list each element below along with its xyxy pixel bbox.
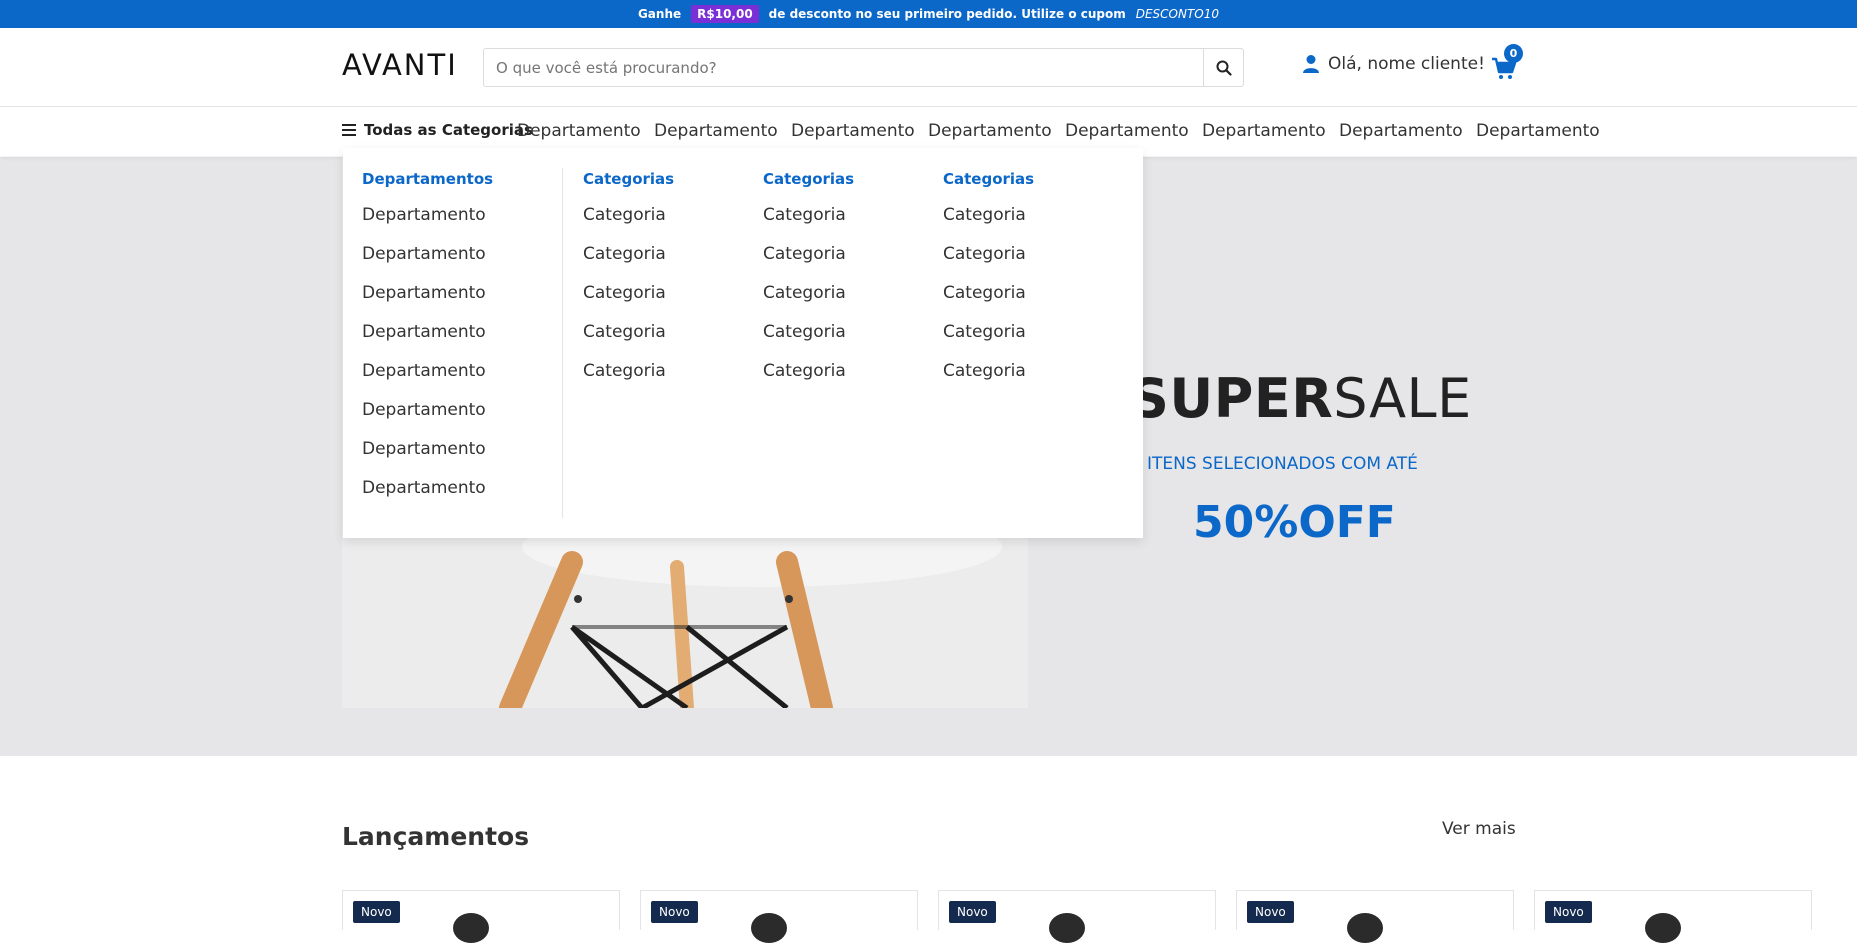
product-card[interactable]: Novo xyxy=(640,890,918,943)
new-badge: Novo xyxy=(949,901,996,923)
dropdown-item[interactable]: Categoria xyxy=(583,322,674,361)
nav-department-8[interactable]: Departamento xyxy=(1476,121,1600,141)
product-image xyxy=(1347,913,1383,943)
promo-prefix: Ganhe xyxy=(637,7,682,21)
dropdown-item[interactable]: Categoria xyxy=(763,361,854,400)
dropdown-item[interactable]: Categoria xyxy=(583,361,674,400)
dropdown-column-categories-2: Categorias Categoria Categoria Categoria… xyxy=(763,170,854,400)
product-image xyxy=(1645,913,1681,943)
dropdown-divider xyxy=(562,168,563,518)
see-more-link[interactable]: Ver mais xyxy=(1442,819,1516,839)
dropdown-item[interactable]: Categoria xyxy=(763,322,854,361)
cart-count-badge: 0 xyxy=(1504,44,1523,63)
product-image xyxy=(751,913,787,943)
search-bar xyxy=(483,48,1244,87)
nav-department-1[interactable]: Departamento xyxy=(517,121,641,141)
nav-department-6[interactable]: Departamento xyxy=(1202,121,1326,141)
dropdown-column-departments: Departamentos Departamento Departamento … xyxy=(362,170,493,517)
promo-amount-badge: R$10,00 xyxy=(691,5,759,23)
dropdown-column-categories-3: Categorias Categoria Categoria Categoria… xyxy=(943,170,1034,400)
new-badge: Novo xyxy=(1247,901,1294,923)
product-card[interactable]: Novo xyxy=(1236,890,1514,943)
dropdown-item[interactable]: Categoria xyxy=(583,205,674,244)
account-link[interactable]: Olá, nome cliente! xyxy=(1302,54,1485,74)
nav-department-3[interactable]: Departamento xyxy=(791,121,915,141)
product-card[interactable]: Novo xyxy=(938,890,1216,943)
nav-department-2[interactable]: Departamento xyxy=(654,121,778,141)
greeting-text: Olá, nome cliente! xyxy=(1328,54,1485,74)
hero-discount: 50%OFF xyxy=(1193,497,1396,548)
dropdown-item[interactable]: Categoria xyxy=(763,205,854,244)
dropdown-item[interactable]: Categoria xyxy=(943,244,1034,283)
promo-bar: Ganhe R$10,00 de desconto no seu primeir… xyxy=(0,0,1857,28)
dropdown-item[interactable]: Departamento xyxy=(362,322,493,361)
new-badge: Novo xyxy=(353,901,400,923)
product-card[interactable]: Novo xyxy=(1534,890,1812,943)
dropdown-item[interactable]: Departamento xyxy=(362,439,493,478)
hero-title-bold: SUPER xyxy=(1130,367,1334,430)
dropdown-item[interactable]: Categoria xyxy=(583,283,674,322)
dropdown-item[interactable]: Categoria xyxy=(943,322,1034,361)
promo-coupon: DESCONTO10 xyxy=(1135,7,1220,21)
dropdown-item[interactable]: Categoria xyxy=(763,244,854,283)
new-badge: Novo xyxy=(651,901,698,923)
promo-text: de desconto no seu primeiro pedido. Util… xyxy=(768,7,1126,21)
hero-title: SUPERSALE xyxy=(1130,367,1472,430)
site-header: AVANTI Olá, nome cliente! 0 xyxy=(0,28,1857,107)
dropdown-item[interactable]: Departamento xyxy=(362,205,493,244)
all-categories-label: Todas as Categorias xyxy=(364,121,533,139)
categories-dropdown: Departamentos Departamento Departamento … xyxy=(343,148,1143,538)
all-categories-button[interactable]: Todas as Categorias xyxy=(342,121,533,139)
hero-subtitle: ITENS SELECIONADOS COM ATÉ xyxy=(1147,454,1418,474)
search-input[interactable] xyxy=(484,49,1203,86)
dropdown-column-title: Departamentos xyxy=(362,170,494,188)
dropdown-column-title: Categorias xyxy=(583,170,675,188)
new-badge: Novo xyxy=(1545,901,1592,923)
dropdown-item[interactable]: Categoria xyxy=(943,283,1034,322)
dropdown-item[interactable]: Departamento xyxy=(362,244,493,283)
dropdown-item[interactable]: Categoria xyxy=(943,361,1034,400)
dropdown-column-categories-1: Categorias Categoria Categoria Categoria… xyxy=(583,170,674,400)
dropdown-column-title: Categorias xyxy=(943,170,1035,188)
nav-department-5[interactable]: Departamento xyxy=(1065,121,1189,141)
search-button[interactable] xyxy=(1203,49,1243,86)
search-icon xyxy=(1216,60,1232,76)
nav-department-4[interactable]: Departamento xyxy=(928,121,1052,141)
dropdown-item[interactable]: Departamento xyxy=(362,400,493,439)
user-icon xyxy=(1303,55,1319,73)
product-image xyxy=(453,913,489,943)
dropdown-item[interactable]: Departamento xyxy=(362,478,493,517)
dropdown-item[interactable]: Categoria xyxy=(583,244,674,283)
dropdown-item[interactable]: Categoria xyxy=(943,205,1034,244)
dropdown-item[interactable]: Departamento xyxy=(362,361,493,400)
launches-title: Lançamentos xyxy=(342,822,530,851)
hero-title-light: SALE xyxy=(1333,367,1472,430)
dropdown-item[interactable]: Categoria xyxy=(763,283,854,322)
product-image xyxy=(1049,913,1085,943)
site-logo[interactable]: AVANTI xyxy=(342,48,458,82)
dropdown-item[interactable]: Departamento xyxy=(362,283,493,322)
product-card[interactable]: Novo xyxy=(342,890,620,943)
nav-department-7[interactable]: Departamento xyxy=(1339,121,1463,141)
cart-button[interactable]: 0 xyxy=(1491,44,1523,80)
dropdown-column-title: Categorias xyxy=(763,170,855,188)
menu-icon xyxy=(342,124,356,136)
